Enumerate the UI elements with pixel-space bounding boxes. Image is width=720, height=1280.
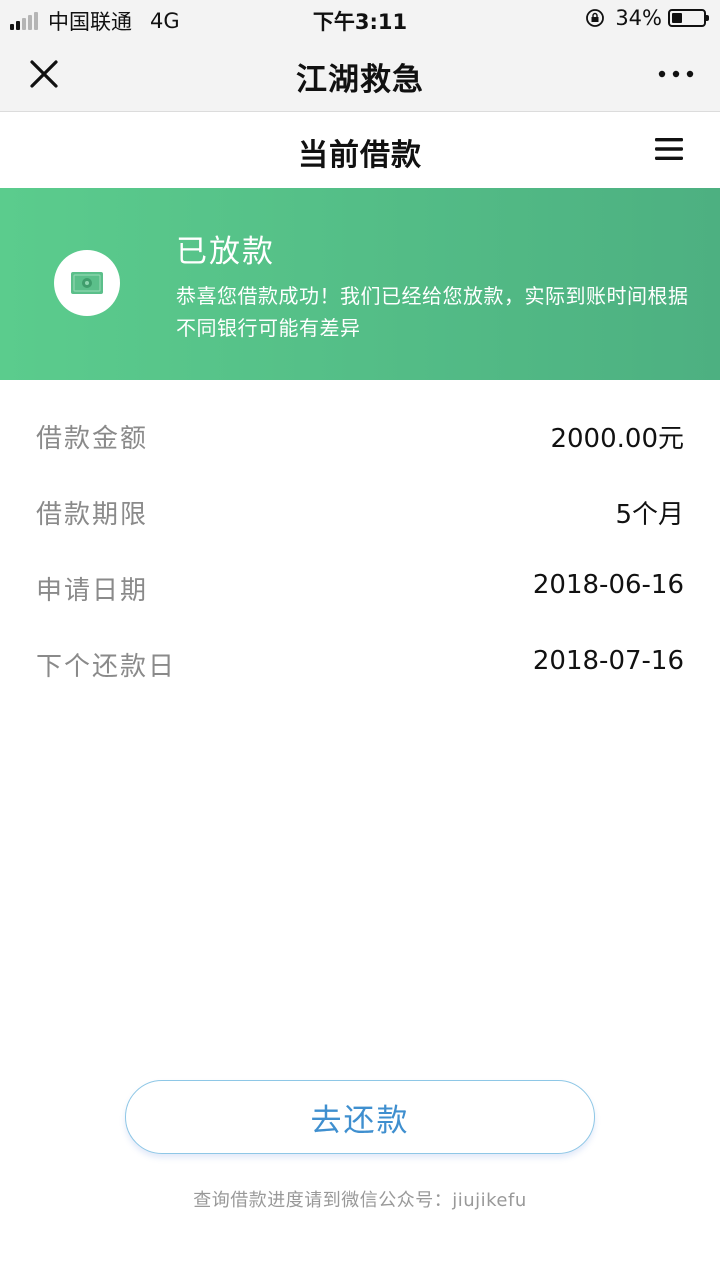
rotation-lock-icon <box>586 9 605 27</box>
detail-label: 借款期限 <box>36 500 149 530</box>
nav-title: 江湖救急 <box>296 62 424 98</box>
detail-value: 2000.00元 <box>550 424 684 454</box>
detail-value: 2018-07-16 <box>532 646 684 676</box>
battery-fill <box>672 13 683 23</box>
footer-note: 查询借款进度请到微信公众号：jiujikefu <box>193 1190 527 1211</box>
status-bar: 中国联通 4G 下午3:11 34% <box>0 0 720 36</box>
banner-message: 恭喜您借款成功！我们已经给您放款，实际到账时间根据不同银行可能有差异 <box>176 284 689 340</box>
money-icon <box>71 272 103 294</box>
page-title: 当前借款 <box>298 138 422 173</box>
battery-percent: 34% <box>615 6 662 30</box>
detail-row-next-repay: 下个还款日 2018-07-16 <box>0 628 720 704</box>
loan-details: 借款金额 2000.00元 借款期限 5个月 申请日期 2018-06-16 下… <box>0 400 720 704</box>
status-right: 34% <box>585 6 709 30</box>
banner-icon-circle <box>54 250 120 316</box>
detail-row-term: 借款期限 5个月 <box>0 476 720 552</box>
detail-label: 下个还款日 <box>36 652 177 682</box>
detail-value: 5个月 <box>615 500 684 530</box>
banner-title: 已放款 <box>176 234 275 270</box>
menu-icon[interactable] <box>654 134 684 164</box>
detail-row-apply-date: 申请日期 2018-06-16 <box>0 552 720 628</box>
repay-button[interactable]: 去还款 <box>125 1080 595 1154</box>
more-icon[interactable] <box>656 64 696 84</box>
loan-status-banner: 已放款 恭喜您借款成功！我们已经给您放款，实际到账时间根据不同银行可能有差异 <box>0 188 720 380</box>
battery-icon <box>668 9 709 27</box>
detail-value: 2018-06-16 <box>532 570 684 600</box>
page-header: 当前借款 <box>0 112 720 188</box>
nav-bar: 江湖救急 <box>0 36 720 112</box>
detail-label: 申请日期 <box>36 576 149 606</box>
detail-label: 借款金额 <box>36 424 149 454</box>
detail-row-amount: 借款金额 2000.00元 <box>0 400 720 476</box>
